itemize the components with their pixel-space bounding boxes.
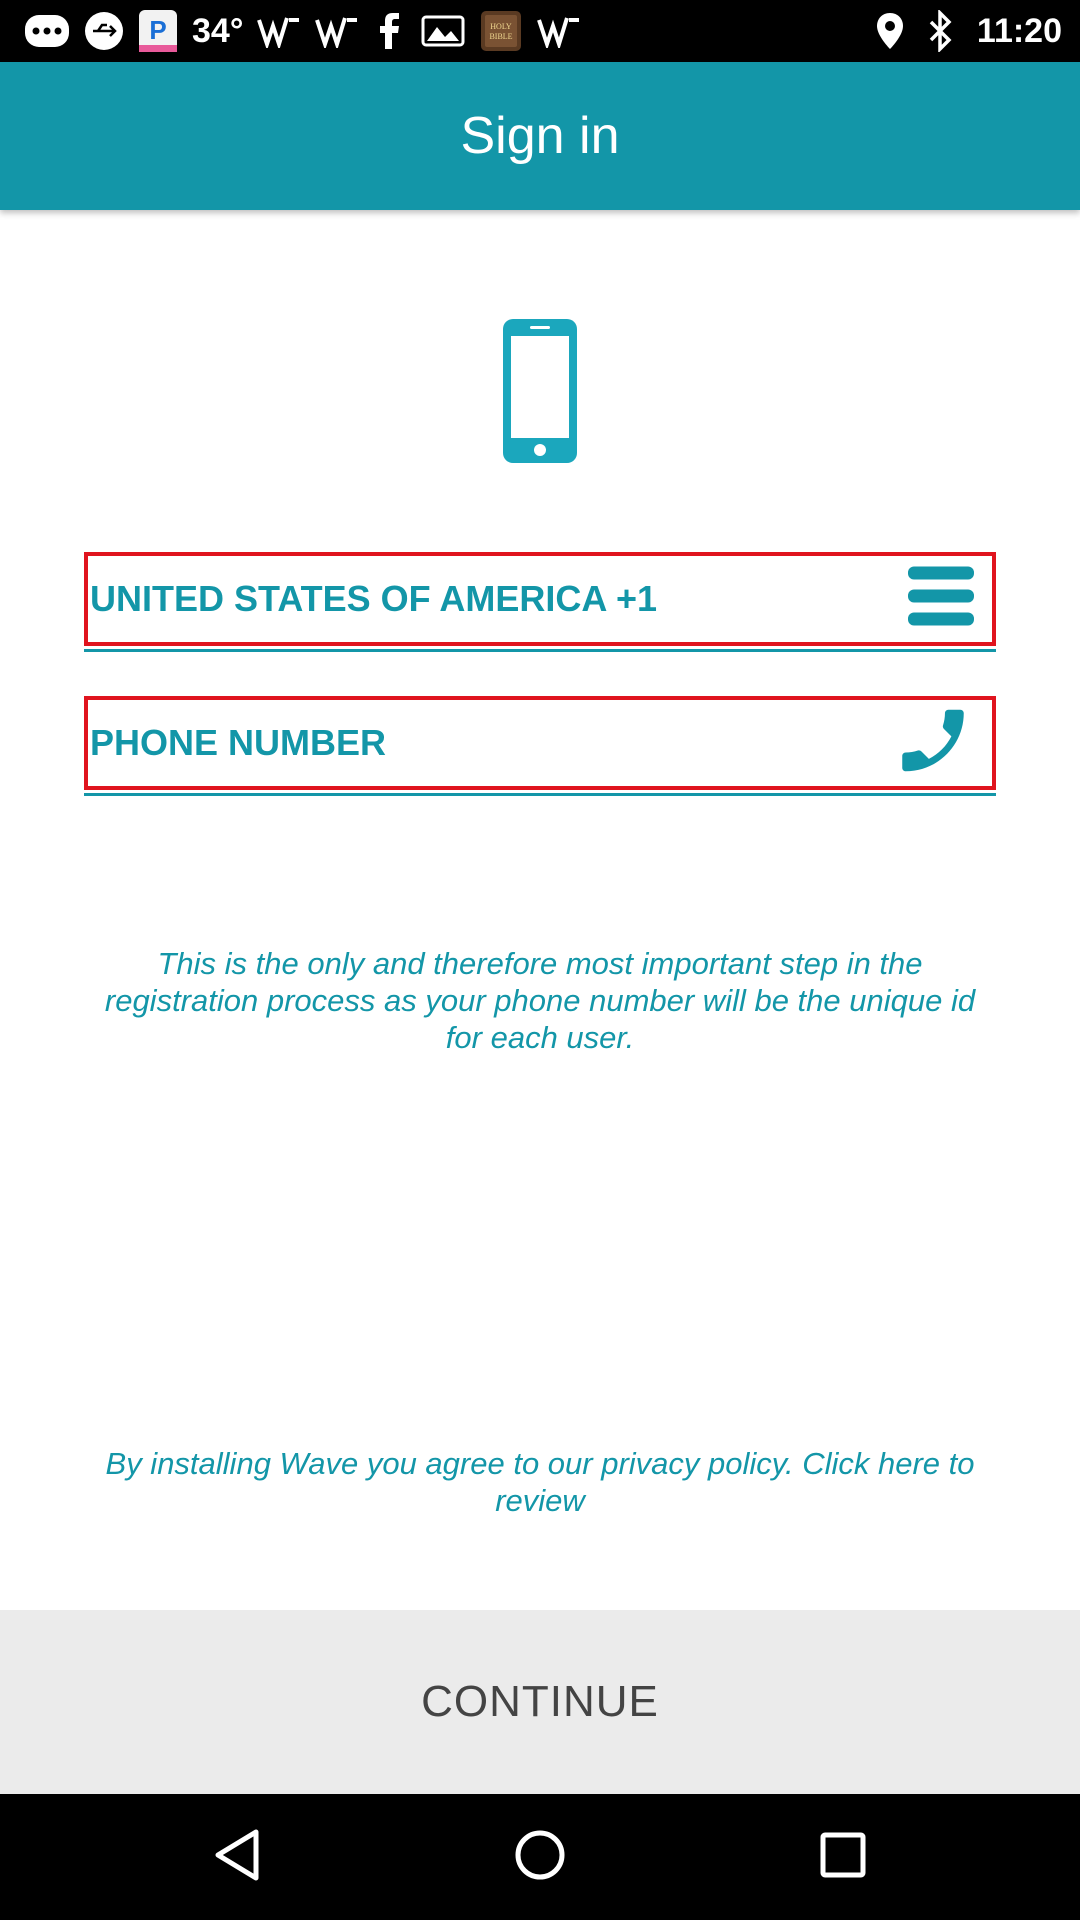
phone-icon[interactable] xyxy=(892,700,974,787)
app-p-icon: P xyxy=(138,9,178,53)
phone-field-underline xyxy=(84,793,996,796)
smartphone-icon xyxy=(500,316,580,466)
svg-text:HOLY: HOLY xyxy=(491,22,513,31)
bluetooth-icon xyxy=(927,10,955,52)
usb-icon xyxy=(84,11,124,51)
registration-info-text: This is the only and therefore most impo… xyxy=(104,946,976,1055)
phone-number-placeholder: PHONE NUMBER xyxy=(90,722,387,763)
status-left-icons: P 34° HOLY BIBLE xyxy=(24,0,581,62)
country-field-underline xyxy=(84,649,996,652)
app-bar: Sign in xyxy=(0,62,1080,210)
back-button[interactable] xyxy=(157,1794,317,1920)
status-right-icons: 11:20 xyxy=(875,0,1062,62)
time-text: 11:20 xyxy=(976,11,1062,50)
continue-button[interactable]: CONTINUE xyxy=(0,1610,1080,1794)
system-navigation-bar xyxy=(0,1794,1080,1920)
menu-icon[interactable] xyxy=(908,565,974,634)
country-code-value: UNITED STATES OF AMERICA +1 xyxy=(90,578,658,619)
wave-signal-icon xyxy=(537,14,581,48)
back-triangle-icon xyxy=(212,1828,262,1887)
holy-bible-app-icon: HOLY BIBLE xyxy=(479,9,523,53)
phone-number-input[interactable]: PHONE NUMBER xyxy=(84,696,996,790)
photo-icon xyxy=(421,13,465,49)
page-title: Sign in xyxy=(460,107,620,165)
more-dots-icon xyxy=(24,14,70,48)
recents-button[interactable] xyxy=(763,1794,923,1920)
temperature-text: 34° xyxy=(192,11,244,50)
facebook-icon xyxy=(373,12,407,50)
home-button[interactable] xyxy=(460,1794,620,1920)
home-circle-icon xyxy=(514,1829,566,1886)
location-icon xyxy=(875,11,905,51)
recents-square-icon xyxy=(819,1831,867,1884)
country-selector[interactable]: UNITED STATES OF AMERICA +1 xyxy=(84,552,996,646)
svg-text:BIBLE: BIBLE xyxy=(490,32,513,41)
privacy-policy-link[interactable]: By installing Wave you agree to our priv… xyxy=(84,1445,996,1519)
wave-signal-icon xyxy=(257,14,301,48)
status-bar: P 34° HOLY BIBLE 11:20 xyxy=(0,0,1080,62)
svg-text:P: P xyxy=(149,15,166,45)
wave-signal-icon xyxy=(315,14,359,48)
